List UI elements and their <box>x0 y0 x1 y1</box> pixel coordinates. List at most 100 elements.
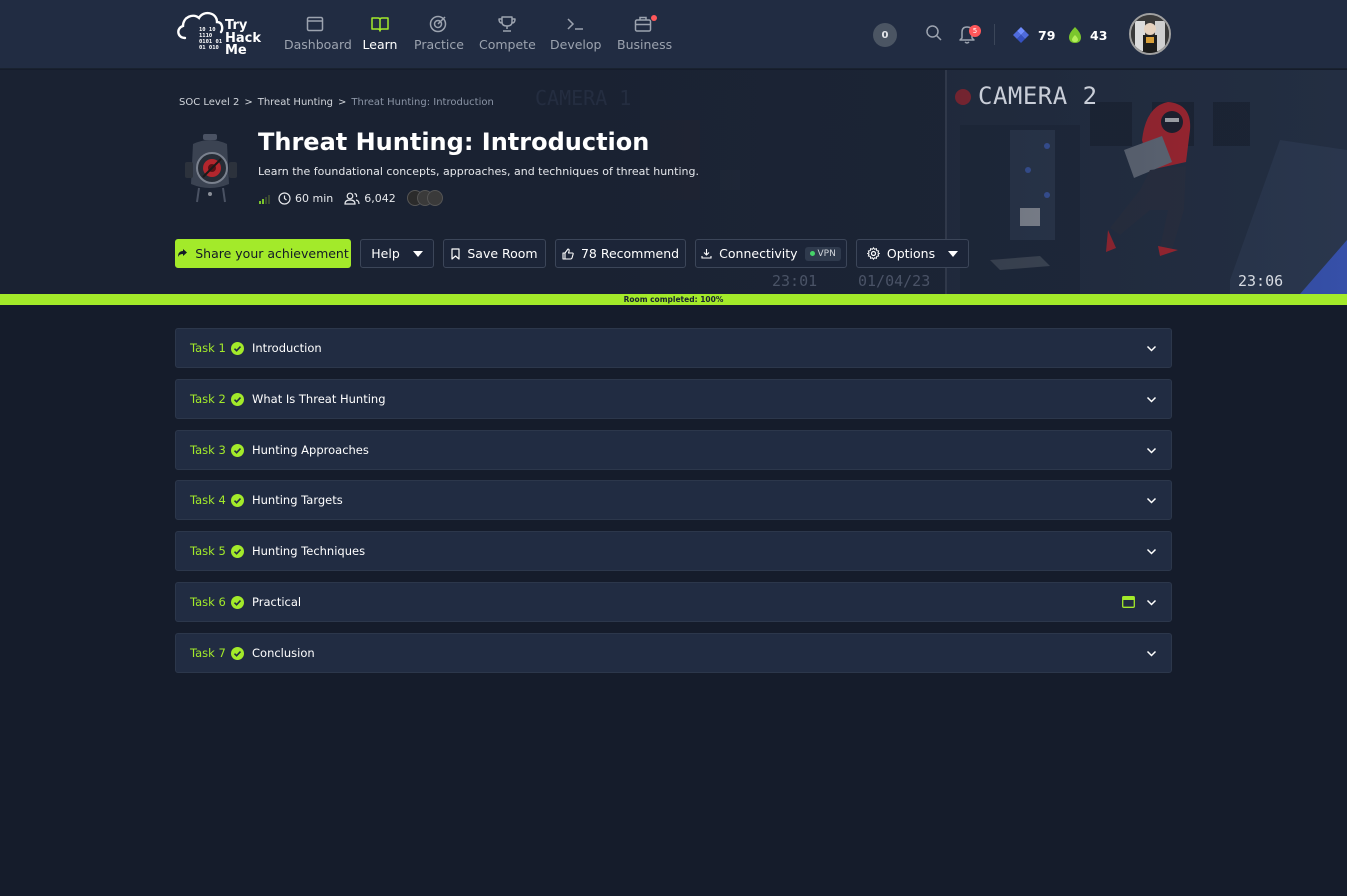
check-circle-icon <box>231 494 244 507</box>
chevron-down-icon[interactable] <box>1146 394 1157 405</box>
chevron-down-icon[interactable] <box>1146 546 1157 557</box>
creator-avatar <box>426 190 443 206</box>
bookmark-icon <box>451 247 460 260</box>
machine-icon[interactable] <box>1122 596 1135 608</box>
user-count: 6,042 <box>344 192 396 205</box>
task-number: Task 1 <box>190 341 226 355</box>
trophy-icon <box>498 16 516 32</box>
task-title: Hunting Targets <box>252 493 343 507</box>
task-row[interactable]: Task 7 Conclusion <box>175 633 1172 673</box>
notification-count: 5 <box>969 25 981 37</box>
duration: 60 min <box>278 192 333 205</box>
task-number: Task 2 <box>190 392 226 406</box>
logo-binary: 10 10 1110 0101 01 01 010 <box>199 27 223 51</box>
nav-item-learn[interactable]: Learn <box>362 12 398 58</box>
chevron-down-icon[interactable] <box>1146 597 1157 608</box>
check-circle-icon <box>231 596 244 609</box>
task-row[interactable]: Task 4 Hunting Targets <box>175 480 1172 520</box>
breadcrumb-soc-level-2[interactable]: SOC Level 2 <box>179 97 239 108</box>
task-row[interactable]: Task 5 Hunting Techniques <box>175 531 1172 571</box>
room-title: Threat Hunting: Introduction <box>258 128 650 156</box>
target-icon <box>429 15 447 33</box>
check-circle-icon <box>231 393 244 406</box>
nav-item-business[interactable]: Business <box>617 12 672 58</box>
room-description: Learn the foundational concepts, approac… <box>258 165 699 178</box>
caret-down-icon <box>412 250 423 257</box>
network-icon <box>701 249 712 259</box>
help-button[interactable]: Help <box>360 239 434 268</box>
task-number: Task 3 <box>190 443 226 457</box>
cctv-date: 01/04/23 <box>858 272 931 290</box>
room-meta: 60 min 6,042 <box>258 190 443 206</box>
nav-item-practice[interactable]: Practice <box>414 12 464 58</box>
room-progress-bar: Room completed: 100% <box>0 294 1347 305</box>
avatar-image <box>1131 15 1169 53</box>
check-circle-icon <box>231 342 244 355</box>
user-avatar[interactable] <box>1129 13 1171 55</box>
check-circle-icon <box>231 444 244 457</box>
notification-dot <box>651 15 657 21</box>
logo-text: Try Hack Me <box>225 18 262 58</box>
room-banner: CAMERA 2 CAMERA 1 23:01 01/04/23 23:06 S… <box>0 70 1347 294</box>
nav-divider <box>994 24 995 45</box>
nav-item-dashboard[interactable]: Dashboard <box>284 12 352 58</box>
task-title: Conclusion <box>252 646 315 660</box>
share-icon <box>178 249 188 257</box>
task-row[interactable]: Task 1 Introduction <box>175 328 1172 368</box>
dashboard-icon <box>306 16 324 32</box>
chevron-down-icon[interactable] <box>1146 648 1157 659</box>
nav-item-compete[interactable]: Compete <box>479 12 536 58</box>
camera-label: CAMERA 2 <box>978 82 1098 110</box>
chevron-down-icon[interactable] <box>1146 343 1157 354</box>
task-number: Task 4 <box>190 493 226 507</box>
breadcrumb-current: Threat Hunting: Introduction <box>351 97 494 108</box>
task-title: Hunting Approaches <box>252 443 369 457</box>
chevron-down-icon[interactable] <box>1146 445 1157 456</box>
streak-badge[interactable]: 0 <box>873 23 897 47</box>
task-title: Practical <box>252 595 302 609</box>
flame-icon <box>1069 27 1081 43</box>
clock-icon <box>278 191 291 205</box>
room-badge-icon <box>185 134 237 203</box>
save-room-button[interactable]: Save Room <box>443 239 546 268</box>
share-achievement-button[interactable]: Share your achievement <box>175 239 351 268</box>
options-button[interactable]: Options <box>856 239 969 268</box>
progress-label: Room completed: 100% <box>623 295 724 304</box>
briefcase-icon <box>634 16 652 32</box>
chevron-down-icon[interactable] <box>1146 495 1157 506</box>
gems-stat[interactable]: 79 <box>1012 26 1055 44</box>
gear-icon <box>866 247 880 260</box>
recommend-button[interactable]: 78 Recommend <box>555 239 686 268</box>
check-circle-icon <box>231 545 244 558</box>
task-row[interactable]: Task 2 What Is Threat Hunting <box>175 379 1172 419</box>
task-title: Introduction <box>252 341 322 355</box>
task-number: Task 5 <box>190 544 226 558</box>
task-row[interactable]: Task 3 Hunting Approaches <box>175 430 1172 470</box>
difficulty-icon <box>259 195 270 204</box>
connectivity-button[interactable]: Connectivity VPN <box>695 239 847 268</box>
task-row[interactable]: Task 6 Practical <box>175 582 1172 622</box>
caret-down-icon <box>948 250 959 257</box>
vpn-status-badge: VPN <box>804 246 841 261</box>
task-number: Task 6 <box>190 595 226 609</box>
task-number: Task 7 <box>190 646 226 660</box>
streak-stat[interactable]: 43 <box>1068 26 1107 44</box>
nav-item-develop[interactable]: Develop <box>550 12 601 58</box>
users-icon <box>344 192 360 205</box>
thumbs-up-icon <box>562 247 574 260</box>
breadcrumb-threat-hunting[interactable]: Threat Hunting <box>258 97 333 108</box>
top-navbar: 10 10 1110 0101 01 01 010 Try Hack Me Da… <box>0 0 1347 69</box>
check-circle-icon <box>231 647 244 660</box>
book-icon <box>371 17 389 32</box>
cctv-time-left: 23:01 <box>772 272 818 290</box>
vpn-status-dot <box>809 251 815 256</box>
gem-icon <box>1013 27 1029 43</box>
camera-label-faint: CAMERA 1 <box>535 86 632 110</box>
terminal-icon <box>567 18 583 30</box>
tryhackme-logo[interactable]: 10 10 1110 0101 01 01 010 Try Hack Me <box>175 8 267 60</box>
room-creators[interactable] <box>406 190 443 206</box>
breadcrumb: SOC Level 2 > Threat Hunting > Threat Hu… <box>179 97 494 108</box>
task-title: Hunting Techniques <box>252 544 366 558</box>
task-title: What Is Threat Hunting <box>252 392 386 406</box>
search-icon[interactable] <box>925 24 943 42</box>
